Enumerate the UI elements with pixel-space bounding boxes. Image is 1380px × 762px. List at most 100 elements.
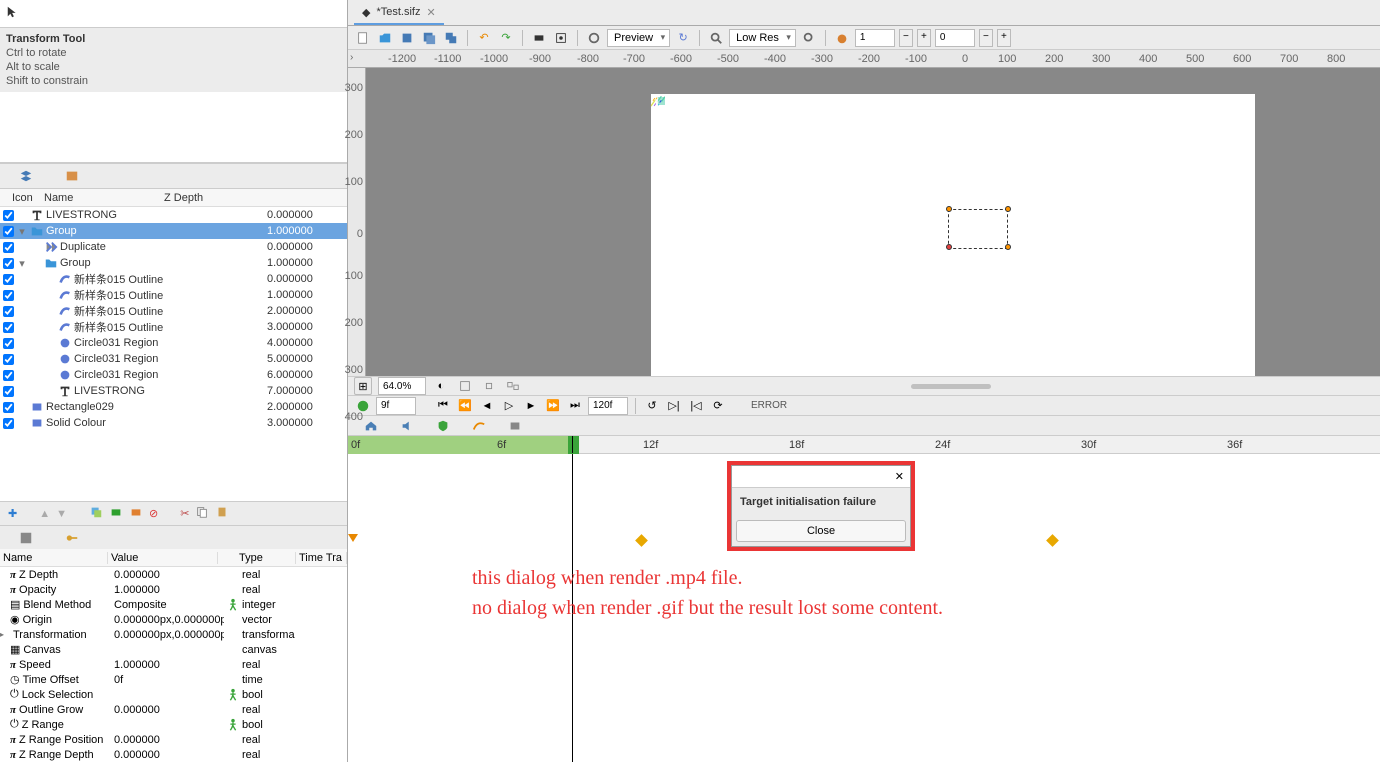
target-icon[interactable] bbox=[585, 29, 603, 47]
timeline-body[interactable]: ✕ Target initialisation failure Close th… bbox=[348, 454, 1380, 762]
layer-row[interactable]: ▾Group1.000000 bbox=[0, 255, 347, 271]
open-icon[interactable] bbox=[376, 29, 394, 47]
param-row[interactable]: ▸Transformation0.000000px,0.000000pxtran… bbox=[0, 627, 347, 642]
sets-panel-icon[interactable] bbox=[64, 168, 80, 184]
param-row[interactable]: πZ Range Depth0.000000real bbox=[0, 747, 347, 762]
new-icon[interactable] bbox=[354, 29, 372, 47]
handle[interactable] bbox=[1005, 206, 1011, 212]
layer-row[interactable]: Solid Colour3.000000 bbox=[0, 415, 347, 431]
layer-row[interactable]: Circle031 Region6.000000 bbox=[0, 367, 347, 383]
key-icon[interactable] bbox=[64, 530, 80, 546]
layer-list[interactable]: LIVESTRONG0.000000▾Group1.000000Duplicat… bbox=[0, 207, 347, 431]
layer-row[interactable]: Rectangle0292.000000 bbox=[0, 399, 347, 415]
selection-box[interactable] bbox=[948, 209, 1008, 249]
first-icon[interactable]: ⏮ bbox=[434, 397, 452, 415]
ch-shield-icon[interactable] bbox=[434, 417, 452, 435]
layer-visible-check[interactable] bbox=[3, 354, 14, 365]
param-value[interactable]: 0.000000px,0.000000px bbox=[114, 629, 224, 641]
layer-visible-check[interactable] bbox=[3, 290, 14, 301]
lower-icon[interactable]: ▼ bbox=[56, 508, 67, 520]
layer-row[interactable]: 新样条015 Outline2.000000 bbox=[0, 303, 347, 319]
inc2-btn[interactable]: + bbox=[997, 29, 1011, 47]
undo-icon[interactable]: ↶ bbox=[475, 29, 493, 47]
handle[interactable] bbox=[946, 206, 952, 212]
bound-icon[interactable]: ▷| bbox=[665, 397, 683, 415]
param-value[interactable]: 0.000000 bbox=[114, 704, 224, 716]
layer-visible-check[interactable] bbox=[3, 322, 14, 333]
waypoint-marker[interactable] bbox=[635, 534, 648, 547]
layer-row[interactable]: 新样条015 Outline1.000000 bbox=[0, 287, 347, 303]
param-value[interactable]: 0.000000 bbox=[114, 734, 224, 746]
param-row[interactable]: ▦Canvascanvas bbox=[0, 642, 347, 657]
layer-row[interactable]: 新样条015 Outline0.000000 bbox=[0, 271, 347, 287]
zoom-in-icon[interactable] bbox=[456, 377, 474, 395]
onion-fut-input[interactable] bbox=[935, 29, 975, 47]
param-value[interactable]: 1.000000 bbox=[114, 584, 224, 596]
param-value[interactable]: 0.000000px,0.000000px bbox=[114, 614, 224, 626]
zoom-input[interactable] bbox=[378, 377, 426, 395]
param-row[interactable]: ⏻Z Rangebool bbox=[0, 717, 347, 732]
layer-row[interactable]: 新样条015 Outline3.000000 bbox=[0, 319, 347, 335]
param-value[interactable]: 0f bbox=[114, 674, 224, 686]
param-value[interactable]: Composite bbox=[114, 599, 224, 611]
raise-icon[interactable]: ▲ bbox=[39, 508, 50, 520]
layer-visible-check[interactable] bbox=[3, 226, 14, 237]
params-icon[interactable] bbox=[18, 530, 34, 546]
layer-row[interactable]: Circle031 Region4.000000 bbox=[0, 335, 347, 351]
param-row[interactable]: πSpeed1.000000real bbox=[0, 657, 347, 672]
zoom-fit-icon[interactable]: ◐ bbox=[432, 377, 450, 395]
dec2-btn[interactable]: − bbox=[979, 29, 993, 47]
add-layer-icon[interactable]: ✚ bbox=[8, 507, 17, 520]
render2-icon[interactable] bbox=[552, 29, 570, 47]
loop-icon[interactable]: ↺ bbox=[643, 397, 661, 415]
layer-visible-check[interactable] bbox=[3, 402, 14, 413]
last-icon[interactable]: ⏭ bbox=[566, 397, 584, 415]
expand-icon[interactable]: › bbox=[350, 52, 353, 63]
refresh-icon[interactable]: ↻ bbox=[674, 29, 692, 47]
zoom-icon[interactable] bbox=[707, 29, 725, 47]
param-row[interactable]: πZ Depth0.000000real bbox=[0, 567, 347, 582]
layer-visible-check[interactable] bbox=[3, 418, 14, 429]
document-tab[interactable]: ◆ *Test.sifz ✕ bbox=[354, 1, 444, 25]
zoom-all-icon[interactable] bbox=[504, 377, 522, 395]
scrollbar[interactable] bbox=[911, 384, 991, 389]
ch-curve-icon[interactable] bbox=[470, 417, 488, 435]
copy-icon[interactable] bbox=[195, 505, 209, 522]
param-row[interactable]: πOutline Grow0.000000real bbox=[0, 702, 347, 717]
timeline-header[interactable]: 0f 6f 12f 18f 24f 30f 36f bbox=[348, 436, 1380, 454]
nextkey-icon[interactable]: ⏩ bbox=[544, 397, 562, 415]
layer-visible-check[interactable] bbox=[3, 386, 14, 397]
paste-icon[interactable] bbox=[215, 505, 229, 522]
param-value[interactable]: 0.000000 bbox=[114, 569, 224, 581]
inc-btn[interactable]: + bbox=[917, 29, 931, 47]
target-btn[interactable]: ⊞ bbox=[354, 377, 372, 395]
dec-btn[interactable]: − bbox=[899, 29, 913, 47]
bound2-icon[interactable]: |◁ bbox=[687, 397, 705, 415]
layer-row[interactable]: LIVESTRONG7.000000 bbox=[0, 383, 347, 399]
param-list[interactable]: πZ Depth0.000000realπOpacity1.000000real… bbox=[0, 567, 347, 762]
dup-icon[interactable] bbox=[89, 505, 103, 522]
layer-row[interactable]: ▾Group1.000000 bbox=[0, 223, 347, 239]
param-row[interactable]: ◷Time Offset0ftime bbox=[0, 672, 347, 687]
ch-home-icon[interactable] bbox=[362, 417, 380, 435]
loop2-icon[interactable]: ⟳ bbox=[709, 397, 727, 415]
render-icon[interactable] bbox=[530, 29, 548, 47]
save-icon[interactable] bbox=[398, 29, 416, 47]
keyframe-marker[interactable] bbox=[348, 534, 358, 542]
play-icon[interactable]: ▷ bbox=[500, 397, 518, 415]
param-row[interactable]: πOpacity1.000000real bbox=[0, 582, 347, 597]
next-icon[interactable]: ► bbox=[522, 397, 540, 415]
close-button[interactable]: Close bbox=[736, 520, 906, 542]
end-input[interactable] bbox=[588, 397, 628, 415]
layer-visible-check[interactable] bbox=[3, 242, 14, 253]
layers-panel-icon[interactable] bbox=[18, 168, 34, 184]
cursor-icon[interactable] bbox=[6, 5, 20, 22]
handle[interactable] bbox=[946, 244, 952, 250]
prev-icon[interactable]: ◄ bbox=[478, 397, 496, 415]
handle[interactable] bbox=[1005, 244, 1011, 250]
delete-icon[interactable]: ⊘ bbox=[149, 507, 158, 520]
layer-row[interactable]: Circle031 Region5.000000 bbox=[0, 351, 347, 367]
quality-select[interactable]: Low Res bbox=[729, 29, 796, 47]
preview-select[interactable]: Preview bbox=[607, 29, 670, 47]
layer-visible-check[interactable] bbox=[3, 274, 14, 285]
